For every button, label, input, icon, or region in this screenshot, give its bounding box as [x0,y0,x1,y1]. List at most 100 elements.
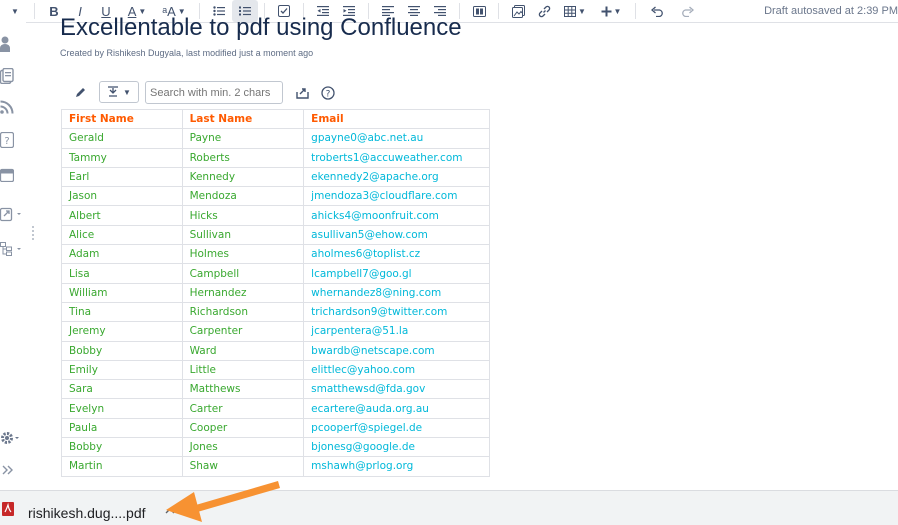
share-table-button[interactable] [296,86,310,100]
cell-email[interactable]: bjonesg@google.de [303,437,490,458]
cell-first-name[interactable]: Sara [61,379,183,400]
cell-first-name[interactable]: Tina [61,301,183,323]
expand-icon[interactable] [0,464,24,476]
cell-email[interactable]: lcampbell7@goo.gl [303,263,490,284]
link-icon [538,5,550,17]
cell-last-name[interactable]: Matthews [181,379,305,400]
table-row: Sara Matthews smatthewsd@fda.gov [61,379,490,400]
table-row: Gerald Payne gpayne0@abc.net.au [61,128,490,149]
chevron-down-icon: ▼ [613,6,622,16]
redo-icon [681,6,694,17]
cell-email[interactable]: bwardb@netscape.com [303,340,490,361]
cell-first-name[interactable]: Albert [61,205,183,226]
cell-last-name[interactable]: Sullivan [181,224,305,246]
cell-last-name[interactable]: Holmes [181,244,305,265]
excellentable: First Name Last Name Email Gerald Payne gp… [61,109,490,489]
draft-status: Draft autosaved at 2:39 PM [764,5,898,17]
redo-button[interactable] [672,0,702,22]
cell-first-name[interactable]: Jason [61,186,183,207]
insert-table-button[interactable]: ▼ [557,0,593,22]
pdf-icon [2,502,14,516]
cell-last-name[interactable]: Ward [181,340,305,361]
cell-email[interactable]: trichardson9@twitter.com [303,301,490,323]
page-layout-button[interactable] [466,0,492,22]
insert-more-button[interactable]: ▼ [593,0,629,22]
cell-first-name[interactable]: Gerald [61,128,183,149]
table-row: Bobby Ward bwardb@netscape.com [61,340,490,361]
cell-first-name[interactable]: Evelyn [61,398,183,419]
cell-last-name[interactable]: Carpenter [181,321,305,342]
table-search-input[interactable] [145,81,283,104]
feed-icon[interactable] [0,100,24,114]
cell-first-name[interactable]: Paula [61,417,183,439]
cell-first-name[interactable]: Jeremy [61,321,183,342]
svg-text:?: ? [4,136,9,147]
cell-last-name[interactable]: Kennedy [181,166,305,188]
chevron-down-icon: ▼ [578,6,586,16]
undo-icon [650,6,663,17]
tree-icon[interactable] [0,242,24,256]
insert-file-button[interactable] [505,0,531,22]
help-icon[interactable]: ? [0,132,24,148]
cell-email[interactable]: asullivan5@ehow.com [303,224,490,246]
export-icon[interactable] [0,206,24,222]
edit-table-button[interactable] [73,86,87,100]
sidebar-resize-handle[interactable] [32,226,36,240]
cell-last-name[interactable]: Carter [181,398,305,419]
insert-link-button[interactable] [531,0,557,22]
table-row: Adam Holmes aholmes6@toplist.cz [61,244,490,265]
page-byline: Created by Rishikesh Dugyala, last modif… [60,48,314,58]
cell-first-name[interactable]: Adam [61,244,183,265]
download-file-item[interactable]: rishikesh.dug....pdf [28,505,146,521]
cell-email[interactable]: troberts1@accuweather.com [303,147,490,168]
pages-icon[interactable] [0,68,24,84]
cell-last-name[interactable]: Hernandez [181,282,305,303]
cell-last-name[interactable]: Jones [181,437,305,458]
cell-email[interactable]: ahicks4@moonfruit.com [303,205,490,226]
cell-last-name[interactable]: Payne [181,128,305,149]
cell-email[interactable]: aholmes6@toplist.cz [303,244,490,265]
person-icon[interactable] [0,36,24,52]
cell-last-name[interactable]: Richardson [181,301,305,323]
calendar-icon[interactable] [0,168,24,182]
cell-last-name[interactable]: Roberts [181,147,305,168]
cell-email[interactable]: ekennedy2@apache.org [303,166,490,188]
svg-text:?: ? [326,90,331,100]
table-row: Bobby Jones bjonesg@google.de [61,437,490,458]
cell-last-name[interactable]: Cooper [181,417,305,439]
export-table-button[interactable]: ▼ [99,81,139,103]
cell-last-name[interactable]: Little [181,359,305,381]
cell-email[interactable]: mshawh@prlog.org [303,456,490,477]
cell-last-name[interactable]: Campbell [181,263,305,284]
cell-email[interactable]: elittlec@yahoo.com [303,359,490,381]
cell-last-name[interactable]: Hicks [181,205,305,226]
cell-email[interactable]: ecartere@auda.org.au [303,398,490,419]
table-row: Albert Hicks ahicks4@moonfruit.com [61,205,490,226]
column-header-last-name[interactable]: Last Name [181,109,305,130]
gear-icon[interactable] [0,430,24,446]
toolbar-dropdown-caret[interactable]: ▼ [0,0,28,22]
cell-email[interactable]: whernandez8@ning.com [303,282,490,303]
column-header-first-name[interactable]: First Name [61,109,183,130]
cell-email[interactable]: pcooperf@spiegel.de [303,417,490,439]
cell-first-name[interactable]: William [61,282,183,303]
page-title[interactable]: Excellentable to pdf using Confluence [60,14,462,42]
undo-button[interactable] [642,0,672,22]
download-icon [108,86,119,97]
cell-email[interactable]: jmendoza3@cloudflare.com [303,186,490,207]
cell-first-name[interactable]: Bobby [61,340,183,361]
cell-first-name[interactable]: Alice [61,224,183,246]
cell-first-name[interactable]: Bobby [61,437,183,458]
cell-email[interactable]: gpayne0@abc.net.au [303,128,490,149]
cell-first-name[interactable]: Earl [61,166,183,188]
column-header-email[interactable]: Email [303,109,490,130]
cell-email[interactable]: jcarpentera@51.la [303,321,490,342]
cell-email[interactable]: smatthewsd@fda.gov [303,379,490,400]
cell-first-name[interactable]: Emily [61,359,183,381]
cell-first-name[interactable]: Lisa [61,263,183,284]
table-icon [564,5,577,17]
cell-last-name[interactable]: Mendoza [181,186,305,207]
cell-first-name[interactable]: Tammy [61,147,183,168]
table-help-button[interactable]: ? [321,86,335,100]
pencil-icon [76,88,85,97]
